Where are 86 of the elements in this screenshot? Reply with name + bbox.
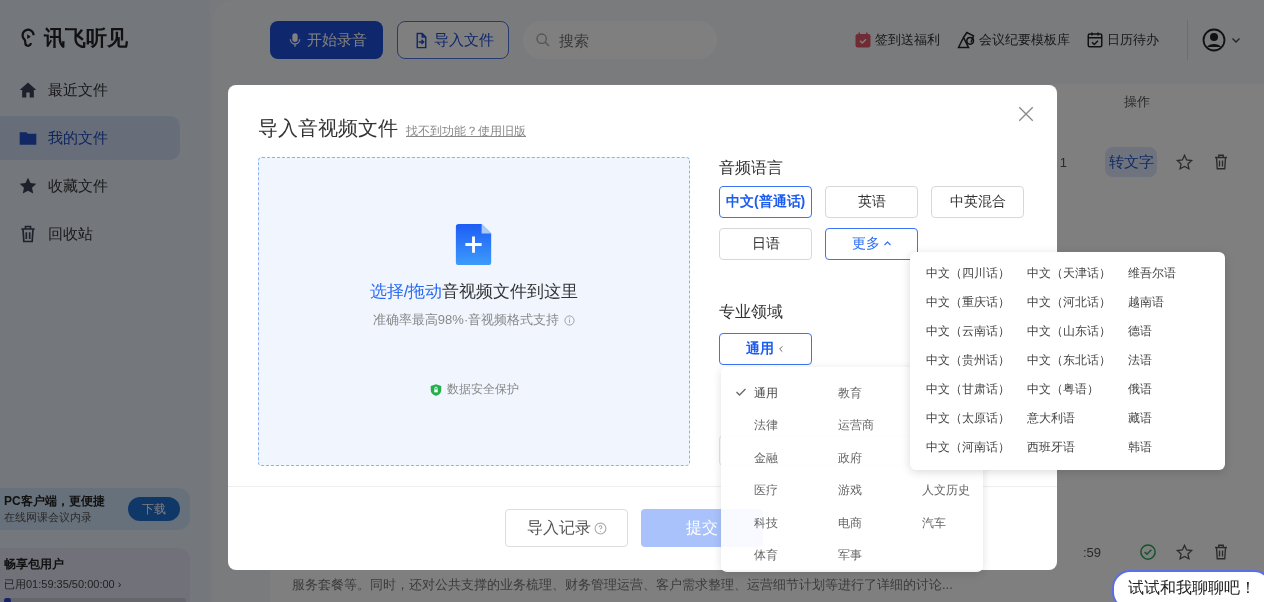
star-icon	[1175, 542, 1194, 562]
import-history-button[interactable]: 导入记录	[505, 509, 628, 547]
domain-menu-item[interactable]: 体育	[754, 547, 778, 565]
language-menu-item[interactable]: 中文（贵州话）	[926, 352, 1010, 369]
domain-menu-item[interactable]: 汽车	[922, 514, 946, 532]
star-icon	[18, 176, 38, 196]
language-menu-item[interactable]: 中文（河南话）	[926, 439, 1010, 456]
language-menu-item[interactable]: 意大利语	[1027, 410, 1075, 427]
language-menu-item[interactable]: 中文（粤语）	[1027, 381, 1099, 398]
domain-menu-item[interactable]: 运营商	[838, 417, 874, 435]
upload-prompt: 选择/拖动音视频文件到这里	[369, 281, 579, 303]
language-menu-item[interactable]: 中文（重庆话）	[926, 294, 1010, 311]
domain-menu-item[interactable]: 教育	[838, 384, 862, 402]
shield-lock-icon	[429, 382, 444, 397]
dialog-title: 导入音视频文件	[258, 116, 398, 141]
language-menu-item[interactable]: 中文（天津话）	[1027, 265, 1111, 282]
trash-icon	[1212, 153, 1230, 171]
sidebar-item[interactable]: 收藏文件	[0, 164, 180, 208]
language-menu-item[interactable]: 中文（甘肃话）	[926, 381, 1010, 398]
plan-title: 畅享包用户	[4, 556, 65, 573]
chat-bubble[interactable]: 试试和我聊聊吧！	[1112, 570, 1264, 602]
trash-icon	[18, 224, 38, 244]
help-icon	[593, 521, 607, 535]
import-file-button[interactable]: 导入文件	[397, 21, 509, 59]
language-menu-item[interactable]: 法语	[1128, 352, 1152, 369]
security-note: 数据安全保护	[447, 381, 520, 398]
search-icon	[535, 32, 551, 48]
domain-menu-item[interactable]: 军事	[838, 547, 862, 565]
upload-hint: 准确率最高98%·音视频格式支持	[372, 311, 560, 329]
star-icon	[1175, 152, 1194, 172]
domain-menu-item[interactable]: 通用	[754, 384, 778, 402]
file-summary: 服务套餐等。同时，还对公共支撑的业务梳理、财务管理运营、客户需求整理、运营细节计划等进行了详细的讨论...	[292, 576, 953, 594]
promo-title: PC客户端，更便捷	[4, 493, 105, 510]
record-button[interactable]: 开始录音	[270, 21, 383, 59]
language-menu-item[interactable]: 俄语	[1128, 381, 1152, 398]
domain-menu-item[interactable]: 游戏	[838, 482, 862, 500]
app-logo-text: 讯飞听见	[44, 25, 128, 51]
language-menu-item[interactable]: 中文（东北话）	[1027, 352, 1111, 369]
close-icon	[1017, 105, 1035, 123]
old-version-link[interactable]: 找不到功能？使用旧版	[406, 123, 526, 140]
language-menu-item[interactable]: 德语	[1128, 323, 1152, 340]
check-circle-icon	[1139, 543, 1157, 561]
promo-subtitle: 在线网课会议内录	[4, 510, 93, 525]
language-menu-item[interactable]: 中文（四川话）	[926, 265, 1010, 282]
language-option[interactable]: 中英混合	[931, 185, 1025, 218]
usage-link[interactable]: 已用01:59:35/50:00:00 ›	[4, 577, 186, 592]
language-option[interactable]: 日语	[719, 227, 813, 260]
language-menu-item[interactable]: 中文（山东话）	[1027, 323, 1111, 340]
domain-select[interactable]: 通用	[719, 333, 813, 365]
toolbar-link[interactable]: 会议纪要模板库	[956, 30, 1070, 50]
calendar-check-icon	[1086, 31, 1104, 49]
info-icon	[564, 314, 576, 326]
domain-menu-item[interactable]: 人文历史	[922, 482, 970, 500]
language-menu-item[interactable]: 越南语	[1128, 294, 1164, 311]
home-icon	[18, 80, 38, 100]
language-menu-item[interactable]: 中文（云南话）	[926, 323, 1010, 340]
language-label: 音频语言	[719, 158, 784, 178]
search-field[interactable]: 搜索	[523, 21, 717, 59]
more-languages-button[interactable]: 更多	[825, 227, 919, 260]
chevron-left-icon	[777, 344, 786, 353]
language-menu-item[interactable]: 中文（河北话）	[1027, 294, 1111, 311]
upload-dropzone[interactable]: 选择/拖动音视频文件到这里 准确率最高98%·音视频格式支持 数据安全保护	[258, 157, 691, 466]
sidebar-item[interactable]: 最近文件	[0, 68, 180, 112]
domain-menu-item[interactable]: 政府	[838, 449, 862, 467]
domain-menu-item[interactable]: 法律	[754, 417, 778, 435]
trash-icon	[1212, 543, 1230, 561]
language-menu-item[interactable]: 藏语	[1128, 410, 1152, 427]
language-option[interactable]: 中文(普通话)	[719, 185, 813, 218]
table-cell: :59	[1082, 544, 1101, 560]
domain-menu-item[interactable]: 金融	[754, 449, 778, 467]
toolbar-link[interactable]: 签到送福利	[854, 31, 940, 49]
domain-menu-item[interactable]: 医疗	[754, 482, 778, 500]
shapes-icon	[956, 30, 976, 50]
language-option[interactable]: 英语	[825, 185, 919, 218]
language-menu-item[interactable]: 西班牙语	[1027, 439, 1075, 456]
language-menu-item[interactable]: 维吾尔语	[1128, 265, 1176, 282]
calendar-icon	[854, 31, 872, 49]
language-menu-item[interactable]: 中文（太原话）	[926, 410, 1010, 427]
user-avatar-icon	[1202, 28, 1226, 52]
language-menu-item[interactable]: 韩语	[1128, 439, 1152, 456]
column-header: 操作	[1124, 93, 1150, 111]
toolbar-link[interactable]: 日历待办	[1086, 31, 1159, 49]
domain-menu-item[interactable]: 电商	[838, 514, 862, 532]
table-cell: 1	[1059, 154, 1067, 170]
domain-label: 专业领域	[719, 301, 784, 322]
sidebar-item[interactable]: 回收站	[0, 212, 180, 256]
